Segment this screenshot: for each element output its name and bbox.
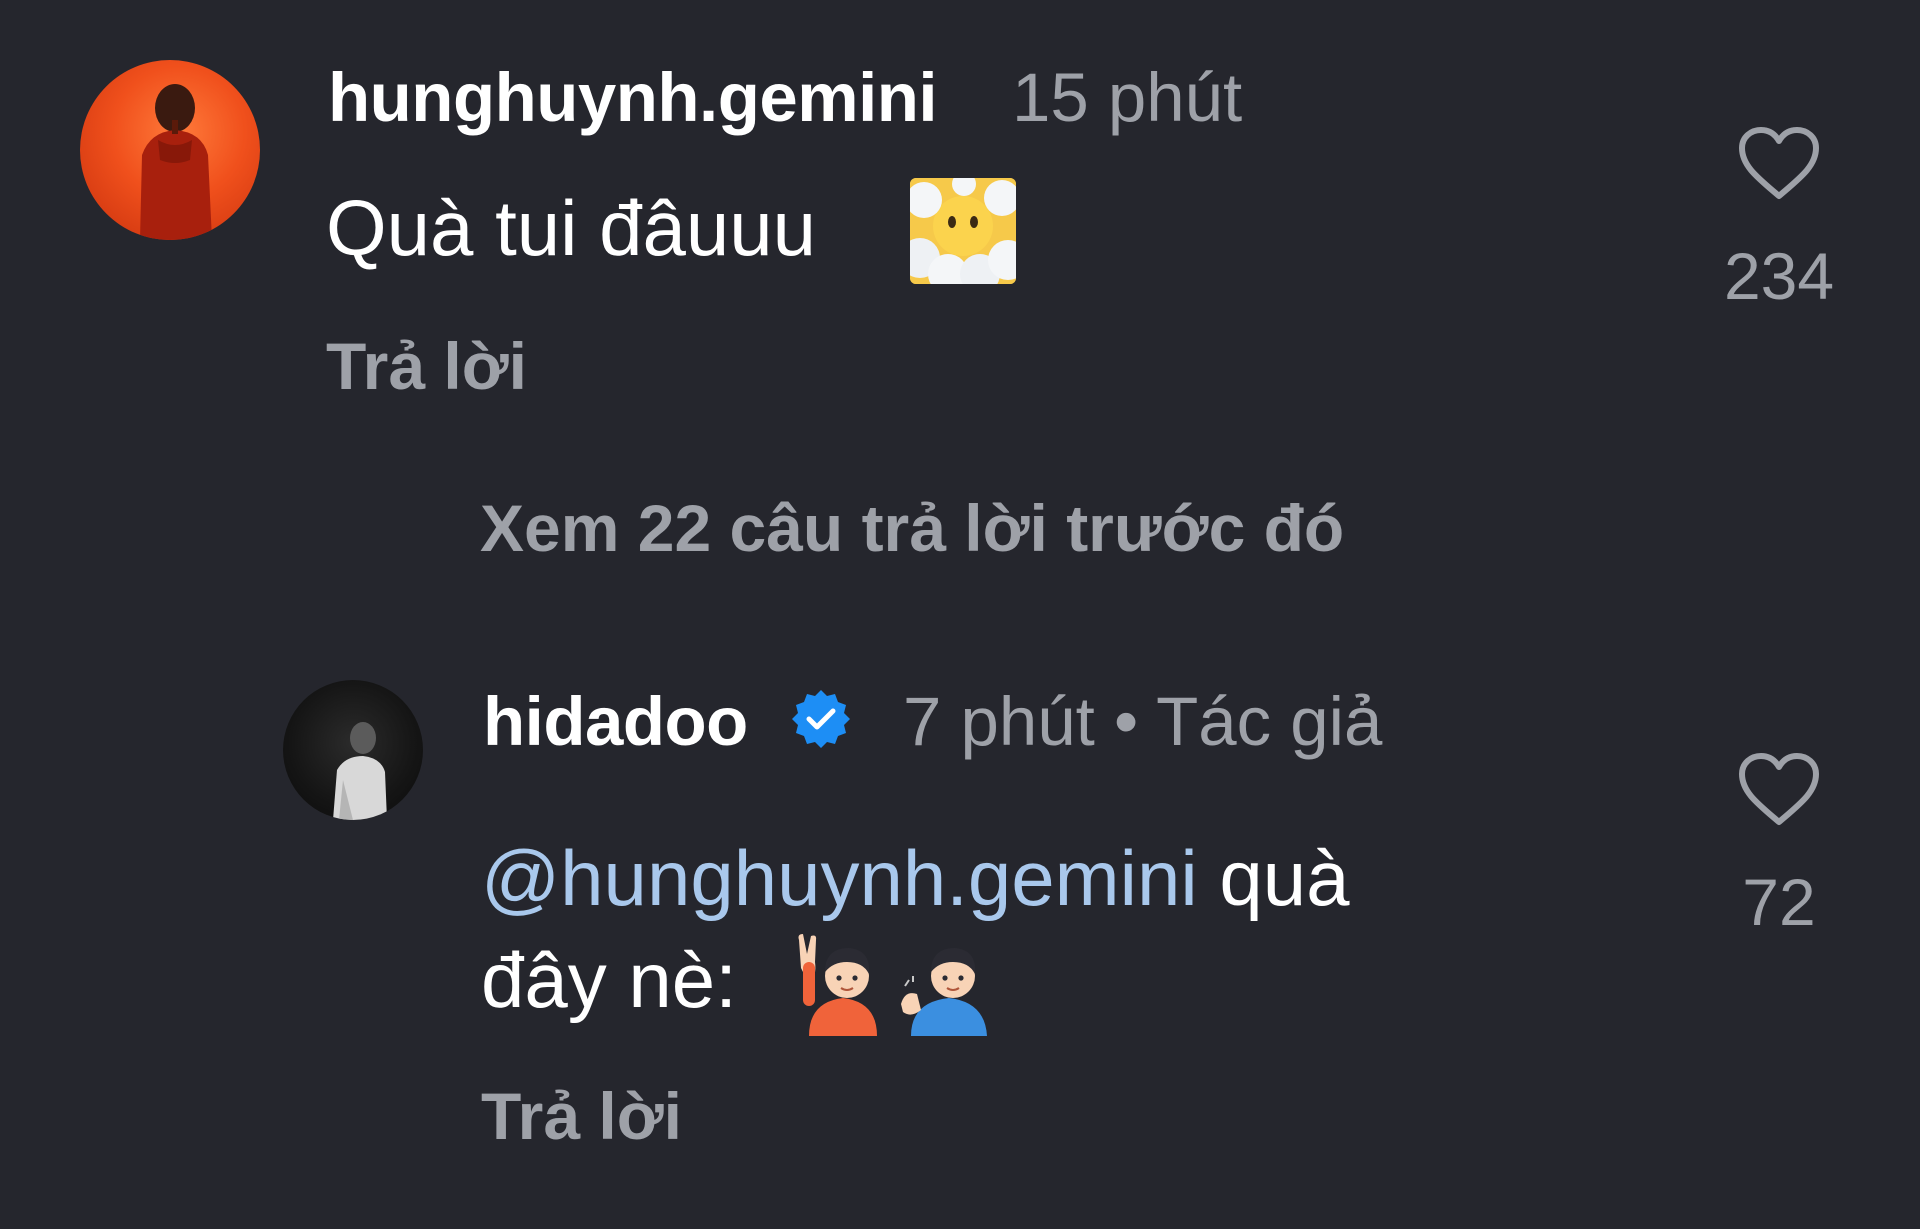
- comment-1-username[interactable]: hunghuynh.gemini: [328, 58, 938, 137]
- comment-2-text-line1-rest: quà: [1197, 834, 1350, 922]
- comment-2-reply-button[interactable]: Trả lời: [481, 1078, 682, 1154]
- avatar-hidadoo[interactable]: [283, 680, 423, 820]
- avatar-photo: [140, 84, 212, 240]
- avatar-hunghuynh-gemini[interactable]: [80, 60, 260, 240]
- comment-1-like-count: 234: [1723, 239, 1835, 313]
- person-raising-hand-icon: [795, 932, 891, 1036]
- comment-1-time: 15 phút: [1012, 59, 1243, 136]
- comment-1-text-body: Quà tui đâuuu: [326, 184, 817, 272]
- view-previous-replies-button[interactable]: Xem 22 câu trả lời trước đó: [480, 490, 1344, 566]
- comment-2-time-role: 7 phút • Tác giả: [903, 683, 1383, 760]
- comment-2-text-line2: đây nè:: [481, 934, 737, 1028]
- avatar-photo: [333, 722, 387, 820]
- like-heart-icon[interactable]: [1738, 752, 1820, 826]
- comment-2-text-line1: @hunghuynh.gemini quà: [481, 832, 1349, 926]
- face-in-clouds-icon: [910, 178, 1016, 284]
- person-tipping-hand-icon: [899, 932, 995, 1036]
- comment-1-reply-button[interactable]: Trả lời: [326, 328, 527, 404]
- comment-2-username[interactable]: hidadoo: [483, 682, 748, 761]
- mention-link[interactable]: @hunghuynh.gemini: [481, 834, 1198, 922]
- verified-badge-icon: [790, 688, 852, 750]
- comment-2-text-line2-body: đây nè:: [481, 936, 737, 1024]
- comment-2-like-count: 72: [1742, 865, 1816, 939]
- comment-1-text: Quà tui đâuuu: [326, 182, 816, 276]
- like-heart-icon[interactable]: [1738, 126, 1820, 200]
